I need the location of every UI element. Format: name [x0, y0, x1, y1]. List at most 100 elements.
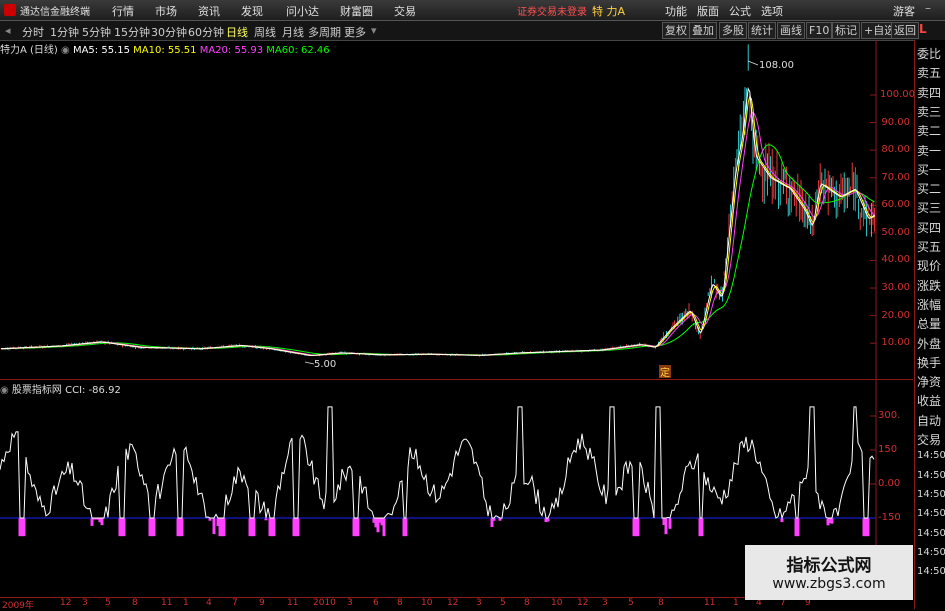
chart-stock-label: 特力A: [0, 45, 27, 56]
btn-f10[interactable]: F10: [806, 22, 832, 39]
indicator-title: 股票指标网: [12, 385, 62, 396]
period-fenshi[interactable]: 分时: [22, 24, 44, 40]
period-15min[interactable]: 15分钟: [114, 24, 150, 40]
left-arrow-icon[interactable]: ◂: [5, 24, 11, 37]
cci-oversold-bar: [23, 518, 26, 536]
price-tick-label: 90.00: [880, 117, 910, 128]
indicator-settings-icon[interactable]: ◉: [0, 385, 9, 396]
watermark-url: www.zbgs3.com: [745, 576, 913, 592]
menu-gongshi[interactable]: 公式: [729, 3, 751, 19]
date-tick-label: 3: [82, 598, 88, 608]
date-tick-label: 1: [183, 598, 189, 608]
cci-line: [0, 407, 874, 518]
cci-oversold-bar: [357, 518, 360, 536]
price-chart[interactable]: 108.00 5.00 定: [0, 40, 913, 380]
date-tick-label: 8: [524, 598, 530, 608]
cci-value: CCI: -86.92: [65, 385, 121, 396]
app-logo-icon: [4, 4, 16, 16]
menu-faxian[interactable]: 发现: [241, 3, 263, 19]
date-tick-label: 2010: [313, 598, 336, 608]
btn-tongji[interactable]: 统计: [748, 22, 776, 39]
date-tick-label: 12: [60, 598, 71, 608]
date-tick-label: 8: [132, 598, 138, 608]
date-tick-label: 10: [551, 598, 562, 608]
ma-info-bar: 特力A (日线) ◉ MA5: 55.15 MA10: 55.51 MA20: …: [0, 41, 330, 55]
price-tick-label: 20.00: [880, 310, 910, 321]
menu-gongneng[interactable]: 功能: [665, 3, 687, 19]
panel-item: 买三: [917, 199, 945, 216]
date-tick-label: 6: [373, 598, 379, 608]
panel-item: 14:50: [917, 566, 945, 577]
panel-item: 净资: [917, 373, 945, 390]
price-tick-label: 80.00: [880, 144, 910, 155]
panel-item: 买五: [917, 238, 945, 255]
date-tick-label: 11: [287, 598, 298, 608]
panel-item[interactable]: 自动: [917, 412, 945, 429]
period-1min[interactable]: 1分钟: [50, 24, 79, 40]
cci-oversold-bar: [405, 518, 408, 536]
minimize-icon[interactable]: –: [925, 1, 931, 15]
cci-oversold-bar: [831, 518, 834, 524]
btn-biaoji[interactable]: 标记: [832, 22, 860, 39]
cci-oversold-bar: [665, 518, 668, 534]
date-tick-label: 12: [577, 598, 588, 608]
event-marker-label: 定: [660, 366, 670, 379]
period-multi[interactable]: 多周期: [308, 24, 341, 40]
date-tick-label: 9: [259, 598, 265, 608]
cci-oversold-bar: [123, 518, 126, 536]
more-dropdown-icon[interactable]: ▾: [371, 24, 377, 37]
menu-wenxiaoda[interactable]: 问小达: [286, 3, 319, 19]
period-5min[interactable]: 5分钟: [82, 24, 111, 40]
menu-zixun[interactable]: 资讯: [198, 3, 220, 19]
date-tick-label: 11: [704, 598, 715, 608]
date-tick-label: 3: [347, 598, 353, 608]
period-30min[interactable]: 30分钟: [151, 24, 187, 40]
date-tick-label: 3: [476, 598, 482, 608]
menu-jiaoyi[interactable]: 交易: [394, 3, 416, 19]
cci-oversold-bar: [637, 518, 640, 536]
cci-oversold-bar: [101, 518, 104, 525]
btn-diejia[interactable]: 叠加: [689, 22, 717, 39]
period-monthly[interactable]: 月线: [282, 24, 304, 40]
panel-item: 涨跌: [917, 277, 945, 294]
panel-item: 委比: [917, 45, 945, 62]
menu-hangqing[interactable]: 行情: [112, 3, 134, 19]
btn-back[interactable]: 返回: [891, 22, 919, 39]
ma5-line: [1, 89, 875, 356]
menu-banmian[interactable]: 版面: [697, 3, 719, 19]
top-menu-bar: 通达信金融终端 行情 市场 资讯 发现 问小达 财富圈 交易 证券交易未登录 特…: [0, 0, 945, 21]
date-tick-label: 8: [658, 598, 664, 608]
panel-item: 现价: [917, 257, 945, 274]
panel-item: 买四: [917, 219, 945, 236]
settings-circle-icon[interactable]: ◉: [61, 45, 70, 56]
period-daily[interactable]: 日线: [226, 24, 248, 40]
user-label[interactable]: 游客: [893, 3, 915, 19]
panel-item[interactable]: 交易: [917, 431, 945, 448]
panel-item: 卖二: [917, 122, 945, 139]
menu-shichang[interactable]: 市场: [155, 3, 177, 19]
panel-item: 卖四: [917, 84, 945, 101]
panel-item: 卖一: [917, 142, 945, 159]
app-title: 通达信金融终端: [20, 3, 90, 18]
btn-fuquan[interactable]: 复权: [662, 22, 690, 39]
cci-oversold-bar: [273, 518, 276, 536]
ma60-line: [1, 145, 875, 355]
date-tick-label: 11: [161, 598, 172, 608]
btn-huaxian[interactable]: 画线: [777, 22, 805, 39]
login-status[interactable]: 证券交易未登录: [517, 3, 587, 18]
price-tick-label: 40.00: [880, 254, 910, 265]
watermark-title: 指标公式网: [745, 551, 913, 576]
ma5-value: MA5: 55.15: [73, 45, 130, 56]
cci-oversold-bar: [181, 518, 184, 536]
cci-oversold-bar: [701, 518, 704, 536]
panel-item: 14:50: [917, 450, 945, 461]
menu-xuanxiang[interactable]: 选项: [761, 3, 783, 19]
period-weekly[interactable]: 周线: [254, 24, 276, 40]
period-more[interactable]: 更多: [344, 24, 366, 40]
period-60min[interactable]: 60分钟: [188, 24, 224, 40]
date-tick-label: 1: [733, 598, 739, 608]
btn-duogu[interactable]: 多股: [719, 22, 747, 39]
panel-corner-label: L: [919, 22, 927, 36]
panel-item: 外盘: [917, 335, 945, 352]
menu-caifuquan[interactable]: 财富圈: [340, 3, 373, 19]
